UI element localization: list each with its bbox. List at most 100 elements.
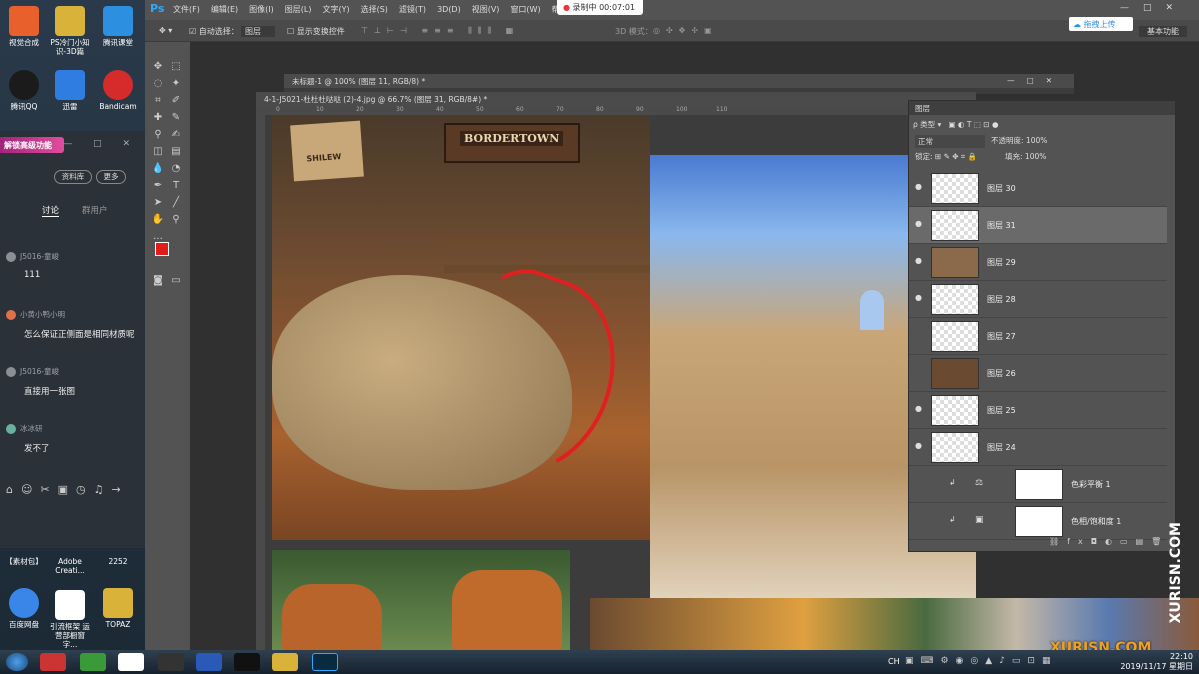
path-select-icon[interactable]: ➤ xyxy=(151,196,165,210)
taskbar-app-icon[interactable] xyxy=(158,653,184,671)
desktop-icon-ps-tips[interactable]: PS冷门小知识-3D篇 xyxy=(48,6,92,56)
desktop-icon-xunlei[interactable]: 迅雷 xyxy=(48,70,92,111)
eye-icon[interactable]: ● xyxy=(915,219,925,229)
input-method-indicator[interactable]: CH xyxy=(888,657,900,666)
desktop-icon-qq[interactable]: 腾讯QQ xyxy=(2,70,46,111)
clone-stamp-icon[interactable]: ⚲ xyxy=(151,128,165,142)
history-brush-icon[interactable]: ✍ xyxy=(169,128,183,142)
menu-select[interactable]: 选择(S) xyxy=(361,5,388,14)
eye-icon[interactable]: ● xyxy=(915,441,925,451)
canvas-horses[interactable] xyxy=(272,550,570,650)
document-window-back[interactable]: 未标题-1 @ 100% (图层 11, RGB/8) * —□✕ xyxy=(284,74,1074,94)
layer-row[interactable]: ● 图层 28 xyxy=(909,281,1167,318)
lasso-tool-icon[interactable]: ◌ xyxy=(151,77,165,91)
healing-brush-icon[interactable]: ✚ xyxy=(151,111,165,125)
menu-edit[interactable]: 编辑(E) xyxy=(211,5,238,14)
chat-input-toolbar[interactable]: ⌂☺✂▣◷♫→ xyxy=(0,483,145,499)
crop-tool-icon[interactable]: ⌗ xyxy=(151,94,165,108)
3d-mode-buttons[interactable]: ◎✣✥✢▣ xyxy=(653,26,718,35)
line-tool-icon[interactable]: ╱ xyxy=(169,196,183,210)
layer-row[interactable]: 图层 26 xyxy=(909,355,1167,392)
hand-tool-icon[interactable]: ✋ xyxy=(151,213,165,227)
align-buttons[interactable]: ⊤⊥⊢⊣ ≡≡≡ ⫼⫼⫼ ▦ xyxy=(361,26,519,36)
eye-icon[interactable]: ● xyxy=(915,182,925,192)
desktop-icon-2252[interactable]: 2252 xyxy=(96,557,140,566)
layer-filter[interactable]: ρ 类型 ▾ ▣ ◐ T ⬚ ⊡ ● xyxy=(913,119,999,130)
transform-controls-checkbox[interactable]: ☐ 显示变换控件 xyxy=(287,26,345,37)
cloud-upload-button[interactable]: ☁ 拖拽上传 xyxy=(1069,17,1133,31)
menu-view[interactable]: 视图(V) xyxy=(472,5,500,14)
library-button[interactable]: 资料库 xyxy=(54,170,92,184)
blend-mode-dropdown[interactable]: 正常 xyxy=(915,135,985,148)
move-tool-icon[interactable]: ✥ ▾ xyxy=(159,26,172,35)
taskbar-chrome-icon[interactable] xyxy=(118,653,144,671)
workspace-dropdown[interactable]: 基本功能 xyxy=(1139,26,1187,37)
desktop-icon-adobe[interactable]: Adobe Creati... xyxy=(48,557,92,575)
zoom-tool-icon[interactable]: ⚲ xyxy=(169,213,183,227)
magic-wand-icon[interactable]: ✦ xyxy=(169,77,183,91)
menu-3d[interactable]: 3D(D) xyxy=(437,5,461,14)
desktop-icon-framework[interactable]: 引流框架 运营部橱窗字... xyxy=(48,590,92,649)
tab-group-users[interactable]: 群用户 xyxy=(82,204,108,216)
taskbar-clock[interactable]: 22:10 2019/11/17 星期日 xyxy=(1120,652,1193,672)
desktop-icon-materials[interactable]: 【素材包】 xyxy=(2,557,46,566)
foreground-color-swatch[interactable] xyxy=(155,242,169,256)
eraser-tool-icon[interactable]: ◫ xyxy=(151,145,165,159)
dodge-tool-icon[interactable]: ◔ xyxy=(169,162,183,176)
system-tray-icons[interactable]: ▣⌨⚙◉◎▲♪▭⊡▦ xyxy=(905,656,1057,666)
taskbar-app-icon[interactable] xyxy=(40,653,66,671)
screen-mode-icon[interactable]: ▭ xyxy=(169,274,183,288)
menu-filter[interactable]: 滤镜(T) xyxy=(399,5,426,14)
menu-layer[interactable]: 图层(L) xyxy=(285,5,312,14)
canvas-western-town[interactable]: BORDERTOWN SHILEW xyxy=(272,115,650,540)
taskbar-app-icon[interactable] xyxy=(80,653,106,671)
quick-mask-icon[interactable]: ◙ xyxy=(151,274,165,288)
desktop-icon-visual[interactable]: 视觉合成 xyxy=(2,6,46,47)
tab-discussion[interactable]: 讨论 xyxy=(42,204,60,217)
document-tab-back[interactable]: 未标题-1 @ 100% (图层 11, RGB/8) * —□✕ xyxy=(284,74,1074,88)
layer-row[interactable]: ● 图层 25 xyxy=(909,392,1167,429)
document-window-front[interactable]: 4-1-J5021-杜杜杜哒哒 (2)-4.jpg @ 66.7% (图层 31… xyxy=(256,92,976,650)
lock-controls[interactable]: 锁定: ⊞ ✎ ✥ ⌗ 🔒 xyxy=(915,151,977,162)
desktop-icon-topaz[interactable]: TOPAZ xyxy=(96,588,140,629)
eye-icon[interactable]: ● xyxy=(915,404,925,414)
desktop-icon-tencent-class[interactable]: 腾讯课堂 xyxy=(96,6,140,47)
menu-type[interactable]: 文字(Y) xyxy=(322,5,349,14)
more-button[interactable]: 更多 xyxy=(96,170,126,184)
menu-file[interactable]: 文件(F) xyxy=(173,5,200,14)
pen-tool-icon[interactable]: ✒ xyxy=(151,179,165,193)
adjustment-layer-row[interactable]: ↲ ▣ 色相/饱和度 1 xyxy=(909,503,1167,540)
unlock-banner[interactable]: 解锁高级功能 xyxy=(0,137,64,153)
desktop-icon-bandicam[interactable]: Bandicam xyxy=(96,70,140,111)
taskbar-app-icon[interactable] xyxy=(196,653,222,671)
taskbar-photoshop-icon[interactable] xyxy=(312,653,338,671)
menu-image[interactable]: 图像(I) xyxy=(249,5,274,14)
layer-row[interactable]: ● 图层 30 xyxy=(909,170,1167,207)
auto-select-dropdown[interactable]: 图层 xyxy=(241,26,275,37)
document-tab-front[interactable]: 4-1-J5021-杜杜杜哒哒 (2)-4.jpg @ 66.7% (图层 31… xyxy=(256,92,976,106)
layer-row[interactable]: ● 图层 29 xyxy=(909,244,1167,281)
layer-row-selected[interactable]: ● 图层 31 xyxy=(909,207,1167,244)
marquee-tool-icon[interactable]: ⬚ xyxy=(169,60,183,74)
type-tool-icon[interactable]: T xyxy=(169,179,183,193)
layer-actions-bar[interactable]: ⛓fx◘◐▭▤🗑 xyxy=(1049,537,1169,546)
start-button-icon[interactable] xyxy=(6,653,28,671)
desktop-icon-baidu[interactable]: 百度网盘 xyxy=(2,588,46,629)
taskbar-app-icon[interactable] xyxy=(234,653,260,671)
window-controls[interactable]: —□✕ xyxy=(1120,3,1187,13)
eye-icon[interactable]: ● xyxy=(915,256,925,266)
menu-window[interactable]: 窗口(W) xyxy=(510,5,540,14)
layer-row[interactable]: ● 图层 24 xyxy=(909,429,1167,466)
opacity-control[interactable]: 不透明度: 100% xyxy=(991,135,1047,146)
blur-tool-icon[interactable]: 💧 xyxy=(151,162,165,176)
layer-row[interactable]: 图层 27 xyxy=(909,318,1167,355)
fill-control[interactable]: 填充: 100% xyxy=(1005,151,1046,162)
move-tool-icon[interactable]: ✥ xyxy=(151,60,165,74)
eye-icon[interactable]: ● xyxy=(915,293,925,303)
taskbar-explorer-icon[interactable] xyxy=(272,653,298,671)
gradient-tool-icon[interactable]: ▤ xyxy=(169,145,183,159)
eye-hidden-icon[interactable] xyxy=(915,330,925,340)
eye-hidden-icon[interactable] xyxy=(915,367,925,377)
auto-select-checkbox[interactable]: ☑ 自动选择： xyxy=(189,26,239,37)
chat-window-controls[interactable]: — □ ✕ xyxy=(63,139,139,149)
